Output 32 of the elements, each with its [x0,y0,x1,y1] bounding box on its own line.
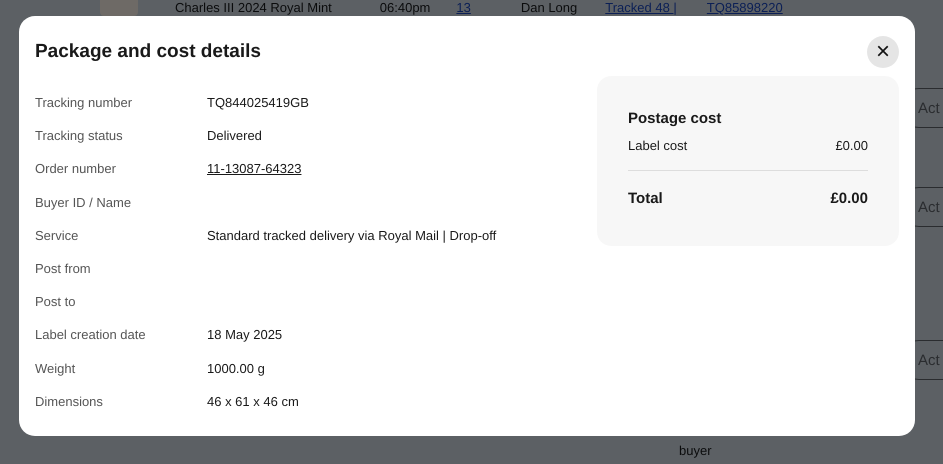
field-value: Standard tracked delivery via Royal Mail | Drop-off [207,228,496,243]
field-label: Post to [35,294,76,310]
footer-text: buyer [679,443,712,458]
field-label: Buyer ID / Name [35,194,132,210]
field-label: Dimensions [35,394,104,409]
table-link[interactable]: Tracked 48 | [605,0,677,15]
field-label: Weight [35,360,76,376]
card-title: Postage cost [628,110,722,127]
field-label: Service [35,228,80,243]
field-label: Order number [35,161,117,176]
table-cell: Charles III 2024 Royal Mint [175,0,332,15]
field-value: 1000.00 g [207,360,266,376]
dialog-title: Package and cost details [35,41,261,63]
field-value: 18 May 2025 [207,327,284,342]
close-button[interactable]: × [867,36,899,68]
field-value: Delivered [207,128,263,144]
field-label: Tracking status [35,128,124,144]
order-link[interactable]: 11-13087-64323 [207,161,496,176]
field-value: 46 x 61 x 46 cm [207,394,300,409]
cost-value: £0.00 [835,138,868,153]
cost-label: Label cost [628,138,688,153]
photo-placeholder [100,0,138,16]
table-link[interactable]: TQ85898220 [706,0,783,15]
table-cell: Dan Long [520,0,578,15]
table-cell: 06:40pm [380,0,430,15]
table-link[interactable]: 13 [456,0,471,15]
field-value: TQ844025419GB [207,95,310,110]
field-label: Label creation date [35,327,147,342]
field-label: Tracking number [35,95,134,110]
total-value: £0.00 [830,190,868,207]
total-label: Total [628,190,663,207]
field-label: Post from [35,261,92,276]
